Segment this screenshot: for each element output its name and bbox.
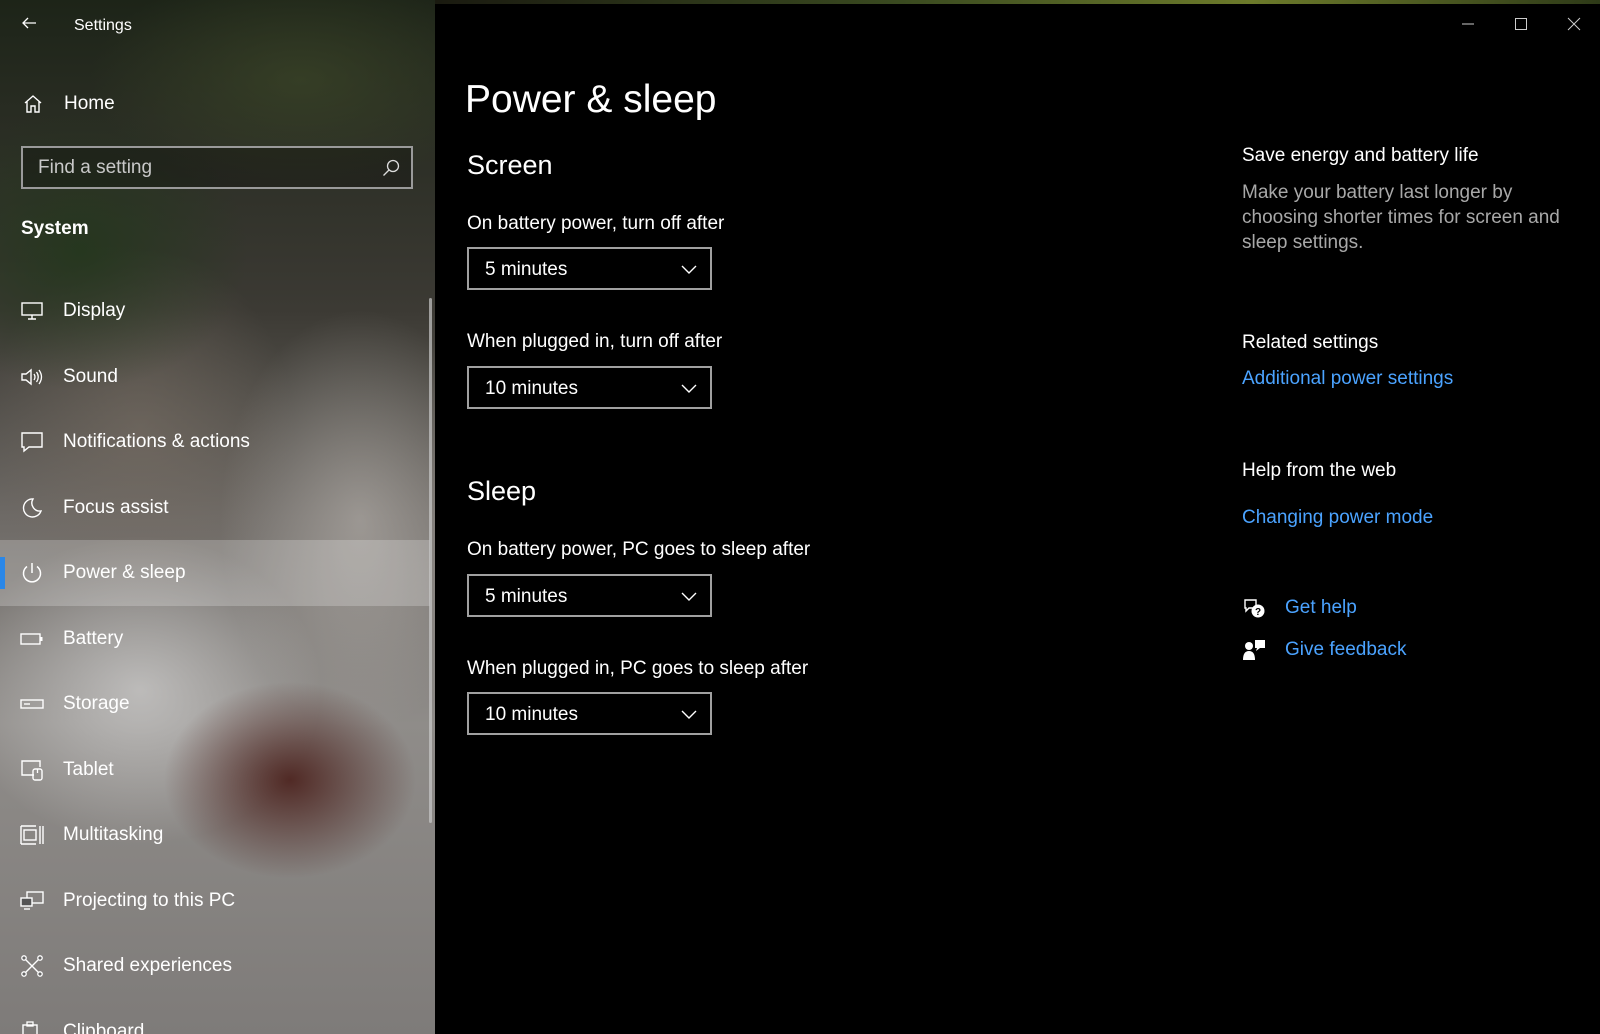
section-label-system: System [21, 218, 89, 239]
projecting-icon [20, 890, 44, 910]
sidebar-item-battery[interactable]: Battery [0, 606, 430, 672]
sidebar-scrollbar[interactable] [429, 298, 432, 823]
title-bar: Settings [0, 0, 435, 54]
energy-text: Make your battery last longer by choosin… [1242, 182, 1560, 253]
svg-text:?: ? [1255, 607, 1261, 618]
sleep-battery-dropdown[interactable]: 5 minutes [467, 574, 712, 617]
sidebar-item-label: Tablet [63, 758, 114, 780]
clipboard-icon [22, 1020, 38, 1034]
sidebar-item-label: Focus assist [63, 496, 169, 518]
sidebar-item-tablet[interactable]: Tablet [0, 737, 430, 803]
shared-experiences-icon [21, 955, 43, 977]
get-help-link[interactable]: ? Get help [1242, 593, 1562, 623]
top-strip [435, 0, 1600, 4]
maximize-icon [1514, 18, 1527, 30]
sidebar-item-clipboard[interactable]: Clipboard [0, 999, 430, 1034]
get-help-label: Get help [1285, 597, 1357, 618]
window-controls [1441, 4, 1600, 44]
power-icon [22, 563, 42, 583]
screen-plugged-label: When plugged in, turn off after [467, 331, 723, 352]
sidebar-item-multitasking[interactable]: Multitasking [0, 802, 430, 868]
sidebar-item-sound[interactable]: Sound [0, 344, 430, 410]
changing-power-mode-link[interactable]: Changing power mode [1242, 507, 1433, 529]
screen-battery-label: On battery power, turn off after [467, 213, 725, 234]
dropdown-value: 10 minutes [485, 704, 578, 725]
search-icon[interactable] [381, 158, 401, 178]
minimize-icon [1461, 23, 1474, 25]
screen-battery-dropdown[interactable]: 5 minutes [467, 247, 712, 290]
battery-icon [20, 632, 43, 645]
page-title: Power & sleep [465, 78, 717, 121]
sidebar-item-label: Home [64, 93, 115, 114]
sleep-battery-label: On battery power, PC goes to sleep after [467, 539, 811, 560]
chevron-down-icon [681, 710, 697, 719]
sidebar-item-label: Battery [63, 627, 124, 649]
back-button[interactable] [14, 8, 44, 38]
screen-plugged-dropdown[interactable]: 10 minutes [467, 366, 712, 409]
sidebar-item-focus-assist[interactable]: Focus assist [0, 475, 430, 541]
related-settings-heading: Related settings [1242, 332, 1379, 353]
sidebar-item-label: Projecting to this PC [63, 889, 236, 911]
sidebar-item-notifications[interactable]: Notifications & actions [0, 409, 430, 475]
tablet-icon [21, 759, 43, 781]
sidebar-item-label: Display [63, 300, 126, 321]
main-content: Power & sleep Screen On battery power, t… [435, 0, 1600, 1034]
sidebar-item-label: Notifications & actions [63, 431, 250, 452]
minimize-button[interactable] [1441, 4, 1494, 44]
dropdown-value: 10 minutes [485, 378, 578, 399]
chevron-down-icon [681, 592, 697, 601]
sidebar-item-home[interactable]: Home [0, 84, 430, 124]
sidebar-item-label: Power & sleep [63, 562, 186, 583]
close-icon [1567, 17, 1580, 31]
monitor-icon [21, 302, 43, 320]
get-help-icon: ? [1244, 599, 1265, 618]
chevron-down-icon [681, 384, 697, 393]
nav-list: Display Sound Notifications & actions Fo… [0, 278, 430, 1034]
storage-icon [20, 699, 44, 709]
give-feedback-icon [1243, 640, 1265, 660]
sidebar-item-label: Sound [63, 365, 118, 387]
sleep-heading: Sleep [467, 476, 537, 506]
sidebar-item-label: Clipboard [63, 1020, 145, 1034]
notification-icon [21, 432, 43, 453]
maximize-button[interactable] [1494, 4, 1547, 44]
sidebar-item-storage[interactable]: Storage [0, 671, 430, 737]
give-feedback-link[interactable]: Give feedback [1242, 635, 1562, 665]
chevron-down-icon [681, 265, 697, 274]
sidebar-item-display[interactable]: Display [0, 278, 430, 344]
sidebar-item-label: Shared experiences [63, 955, 232, 976]
search-box [21, 146, 413, 189]
settings-window: Settings Home System Display [0, 0, 1600, 1034]
sidebar-item-power-sleep[interactable]: Power & sleep [0, 540, 430, 606]
multitasking-icon [20, 825, 44, 845]
dropdown-value: 5 minutes [485, 259, 568, 280]
dropdown-value: 5 minutes [485, 586, 568, 607]
screen-heading: Screen [467, 150, 553, 180]
sidebar-item-shared-experiences[interactable]: Shared experiences [0, 933, 430, 999]
app-title: Settings [74, 17, 132, 34]
give-feedback-label: Give feedback [1285, 639, 1407, 660]
sidebar-item-projecting[interactable]: Projecting to this PC [0, 868, 430, 934]
close-button[interactable] [1547, 4, 1600, 44]
moon-icon [22, 497, 43, 518]
help-from-web-heading: Help from the web [1242, 460, 1397, 481]
sidebar-item-label: Multitasking [63, 824, 164, 845]
additional-power-settings-link[interactable]: Additional power settings [1242, 368, 1453, 390]
sleep-plugged-label: When plugged in, PC goes to sleep after [467, 658, 809, 679]
speaker-icon [21, 368, 43, 385]
energy-heading: Save energy and battery life [1242, 145, 1479, 166]
sidebar: Settings Home System Display [0, 0, 435, 1034]
sleep-plugged-dropdown[interactable]: 10 minutes [467, 692, 712, 735]
sidebar-item-label: Storage [63, 693, 130, 714]
search-input[interactable] [23, 148, 363, 187]
home-icon [24, 95, 42, 113]
back-arrow-icon [22, 17, 36, 29]
